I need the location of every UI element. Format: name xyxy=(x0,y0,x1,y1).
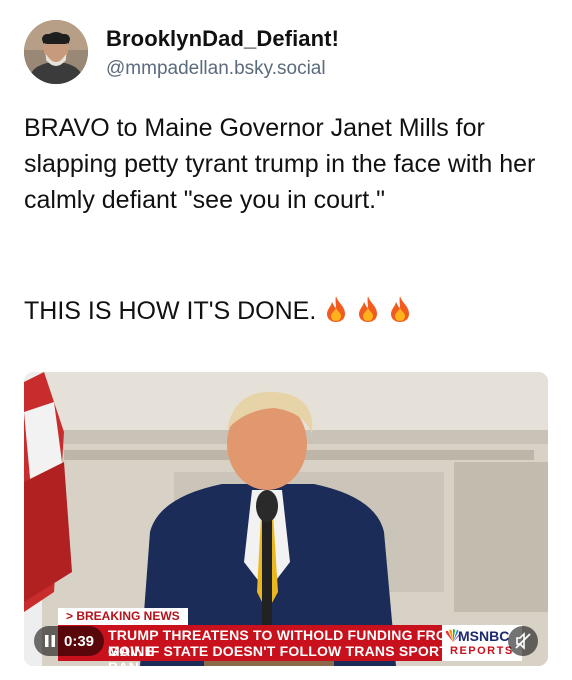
fire-icon xyxy=(359,296,378,322)
post-header: BrooklynDad_Defiant! @mmpadellan.bsky.so… xyxy=(24,20,544,90)
post-closing-line: THIS IS HOW IT'S DONE. xyxy=(24,293,412,329)
news-ticker: TRUMP THREATENS TO WITHOLD FUNDING FROM … xyxy=(58,625,463,666)
network-name: MSNBC xyxy=(458,628,510,644)
post-closing-text: THIS IS HOW IT'S DONE. xyxy=(24,297,317,325)
elapsed-time: 0:39 xyxy=(64,632,95,650)
pause-icon[interactable] xyxy=(44,634,56,648)
author-display-name[interactable]: BrooklynDad_Defiant! xyxy=(106,26,339,52)
playback-controls[interactable]: 0:39 xyxy=(34,626,105,656)
post-body: BRAVO to Maine Governor Janet Mills for … xyxy=(24,114,543,214)
breaking-news-tag: > BREAKING NEWS xyxy=(58,608,188,625)
user-avatar-icon xyxy=(24,20,88,84)
ticker-line-2: GOV. IF STATE DOESN'T FOLLOW TRANS SPORT… xyxy=(108,643,458,666)
author-avatar[interactable] xyxy=(24,20,88,84)
author-handle[interactable]: @mmpadellan.bsky.social xyxy=(106,58,339,80)
fire-icon xyxy=(391,296,410,322)
video-player[interactable]: > BREAKING NEWS TRUMP THREATENS TO WITHO… xyxy=(24,372,548,666)
author-names: BrooklynDad_Defiant! @mmpadellan.bsky.so… xyxy=(106,26,339,80)
mute-button[interactable] xyxy=(508,626,538,656)
fire-icon xyxy=(327,296,346,322)
speaker-muted-icon xyxy=(515,632,531,650)
network-subtitle: REPORTS xyxy=(450,645,514,657)
